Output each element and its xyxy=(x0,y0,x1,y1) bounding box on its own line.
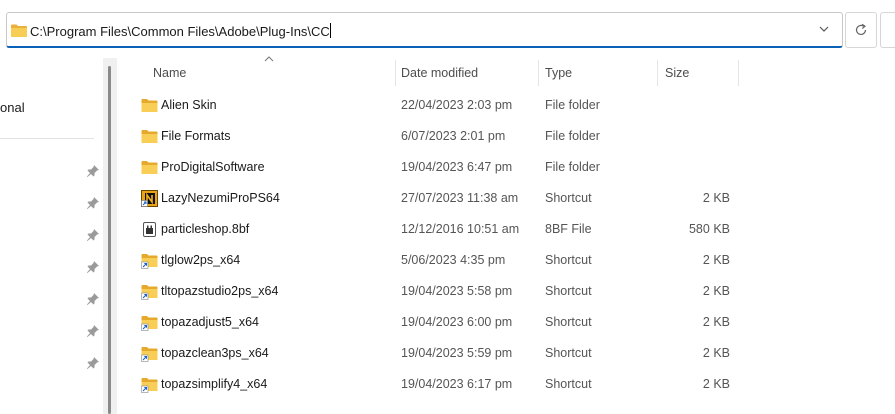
file-type: Shortcut xyxy=(545,377,592,391)
folder-icon xyxy=(141,161,158,174)
refresh-icon xyxy=(855,23,867,36)
folder-shortcut-icon xyxy=(141,347,158,362)
pin-icon[interactable] xyxy=(86,164,100,178)
file-name: File Formats xyxy=(161,129,231,143)
sort-ascending-icon xyxy=(264,56,274,62)
file-row[interactable]: tltopazstudio2ps_x64 19/04/2023 5:58 pm … xyxy=(118,276,895,307)
file-type: Shortcut xyxy=(545,284,592,298)
file-date-modified: 12/12/2016 10:51 am xyxy=(401,222,520,236)
file-date-modified: 5/06/2023 4:35 pm xyxy=(401,253,506,267)
file-row[interactable]: topazclean3ps_x64 19/04/2023 5:59 pm Sho… xyxy=(118,338,895,369)
folder-icon xyxy=(141,130,158,143)
lazynezumi-shortcut-icon xyxy=(141,190,158,207)
file-row[interactable]: particleshop.8bf 12/12/2016 10:51 am 8BF… xyxy=(118,214,895,245)
folder-shortcut-icon xyxy=(141,254,158,269)
file-name: particleshop.8bf xyxy=(161,222,250,236)
text-caret xyxy=(329,23,331,38)
folder-icon xyxy=(11,24,27,37)
nav-scrollbar-thumb[interactable] xyxy=(108,66,111,414)
column-divider[interactable] xyxy=(538,60,539,86)
file-type: Shortcut xyxy=(545,315,592,329)
file-date-modified: 19/04/2023 6:17 pm xyxy=(401,377,513,391)
file-size: 2 KB xyxy=(702,284,730,298)
search-box[interactable] xyxy=(880,12,895,48)
chevron-down-icon[interactable] xyxy=(819,25,829,33)
folder-shortcut-icon xyxy=(141,316,158,331)
file-size: 2 KB xyxy=(702,346,730,360)
pin-icon[interactable] xyxy=(86,356,100,370)
pin-icon[interactable] xyxy=(86,292,100,306)
nav-divider xyxy=(0,138,94,139)
column-divider[interactable] xyxy=(738,60,739,86)
file-row[interactable]: topazadjust5_x64 19/04/2023 6:00 pm Shor… xyxy=(118,307,895,338)
file-date-modified: 19/04/2023 5:59 pm xyxy=(401,346,513,360)
file-row[interactable]: topazsimplify4_x64 19/04/2023 6:17 pm Sh… xyxy=(118,369,895,400)
file-name: LazyNezumiProPS64 xyxy=(161,191,280,205)
file-type: Shortcut xyxy=(545,253,592,267)
pin-icon[interactable] xyxy=(86,324,100,338)
file-type: Shortcut xyxy=(545,191,592,205)
address-input[interactable]: C:\Program Files\Common Files\Adobe\Plug… xyxy=(30,23,331,39)
file-name: tlglow2ps_x64 xyxy=(161,253,241,267)
nav-item-personal[interactable]: onal xyxy=(0,100,25,115)
pin-icon[interactable] xyxy=(86,196,100,210)
file-type: File folder xyxy=(545,129,600,143)
column-header-size[interactable]: Size xyxy=(665,60,689,90)
file-type: Shortcut xyxy=(545,346,592,360)
pin-icon[interactable] xyxy=(86,228,100,242)
file-row[interactable]: ProDigitalSoftware 19/04/2023 6:47 pm Fi… xyxy=(118,152,895,183)
file-type: File folder xyxy=(545,98,600,112)
file-date-modified: 27/07/2023 11:38 am xyxy=(401,191,519,205)
column-divider[interactable] xyxy=(657,60,658,86)
file-date-modified: 22/04/2023 2:03 pm xyxy=(401,98,513,112)
file-date-modified: 19/04/2023 5:58 pm xyxy=(401,284,513,298)
file-date-modified: 19/04/2023 6:00 pm xyxy=(401,315,513,329)
column-divider[interactable] xyxy=(395,60,396,86)
file-type: 8BF File xyxy=(545,222,592,236)
file-size: 2 KB xyxy=(702,315,730,329)
folder-icon xyxy=(141,99,158,112)
file-name: topazadjust5_x64 xyxy=(161,315,259,329)
file-size: 580 KB xyxy=(688,222,730,236)
file-type: File folder xyxy=(545,160,600,174)
file-size: 2 KB xyxy=(702,253,730,267)
file-row[interactable]: Alien Skin 22/04/2023 2:03 pm File folde… xyxy=(118,90,895,121)
file-row[interactable]: LazyNezumiProPS64 27/07/2023 11:38 am Sh… xyxy=(118,183,895,214)
file-row[interactable]: File Formats 6/07/2023 2:01 pm File fold… xyxy=(118,121,895,152)
folder-shortcut-icon xyxy=(141,285,158,300)
address-bar[interactable]: C:\Program Files\Common Files\Adobe\Plug… xyxy=(6,12,843,48)
file-name: ProDigitalSoftware xyxy=(161,160,265,174)
folder-shortcut-icon xyxy=(141,378,158,393)
file-row[interactable]: tlglow2ps_x64 5/06/2023 4:35 pm Shortcut… xyxy=(118,245,895,276)
file-name: Alien Skin xyxy=(161,98,217,112)
column-header-date-modified[interactable]: Date modified xyxy=(401,60,478,90)
column-header-type[interactable]: Type xyxy=(545,60,572,90)
file-size: 2 KB xyxy=(702,377,730,391)
file-name: topazsimplify4_x64 xyxy=(161,377,268,391)
plugin-file-icon xyxy=(143,222,156,237)
file-name: tltopazstudio2ps_x64 xyxy=(161,284,279,298)
file-name: topazclean3ps_x64 xyxy=(161,346,269,360)
file-date-modified: 6/07/2023 2:01 pm xyxy=(401,129,506,143)
pin-icon[interactable] xyxy=(86,260,100,274)
file-size: 2 KB xyxy=(702,191,730,205)
file-date-modified: 19/04/2023 6:47 pm xyxy=(401,160,513,174)
refresh-button[interactable] xyxy=(845,12,877,48)
column-header-name[interactable]: Name xyxy=(153,60,186,90)
